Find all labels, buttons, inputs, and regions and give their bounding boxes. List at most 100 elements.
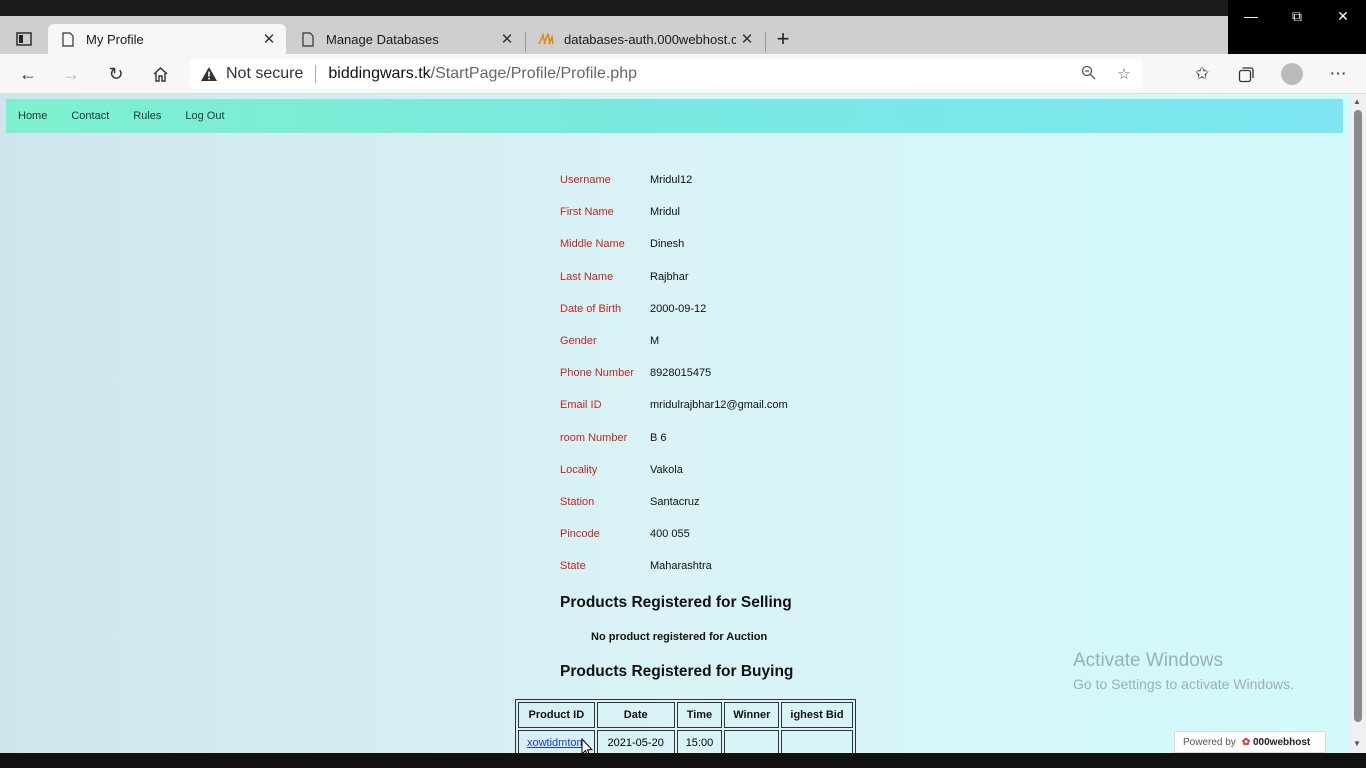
page-scrollbar[interactable]: ▲ ▼ (1350, 94, 1366, 753)
powered-by-prefix: Powered by (1183, 736, 1236, 748)
profile-row-dob: Date of Birth 2000-09-12 (560, 293, 788, 325)
profile-value: mridulrajbhar12@gmail.com (650, 399, 788, 412)
address-bar[interactable]: Not secure biddingwars.tk/StartPage/Prof… (190, 59, 1142, 89)
profile-row-pincode: Pincode 400 055 (560, 518, 788, 550)
url-divider (315, 65, 317, 83)
restore-icon[interactable]: ⧉ (1274, 0, 1320, 32)
profile-label: First Name (560, 206, 614, 219)
profile-value: Vakola (650, 463, 683, 476)
profile-value: Maharashtra (650, 560, 712, 573)
profile-value: Rajbhar (650, 270, 689, 283)
profile-row-station: Station Santacruz (560, 486, 788, 518)
profile-avatar[interactable] (1278, 60, 1306, 88)
profile-value: 2000-09-12 (650, 302, 707, 315)
collections-icon[interactable] (1232, 60, 1260, 88)
profile-value: 400 055 (650, 528, 690, 541)
window-controls: — ⧉ ✕ (1228, 0, 1366, 32)
mouse-cursor-icon (581, 738, 593, 753)
back-icon[interactable]: ← (14, 60, 42, 88)
url-host: biddingwars.tk (328, 65, 431, 82)
nav-rules-link[interactable]: Rules (133, 110, 161, 122)
table-header-row: Product ID Date Time Winner ighest Bid (518, 702, 853, 728)
address-toolbar: ← → ↻ Not secure biddingwars.tk/StartPag… (0, 54, 1366, 94)
profile-row-first-name: First Name Mridul (560, 196, 788, 228)
profile-row-state: State Maharashtra (560, 550, 788, 582)
nav-contact-link[interactable]: Contact (71, 110, 109, 122)
minimize-icon[interactable]: — (1228, 0, 1274, 32)
profile-label: Locality (560, 463, 598, 476)
page-icon (300, 31, 316, 47)
buying-heading: Products Registered for Buying (560, 663, 794, 680)
tab-databases-auth[interactable]: databases-auth.000webhost.com ✕ (526, 24, 764, 54)
date-cell: 2021-05-20 (596, 730, 675, 753)
security-label[interactable]: Not secure (226, 65, 303, 83)
scroll-down-icon[interactable]: ▼ (1353, 739, 1361, 748)
address-bar-actions: ☆ (1070, 59, 1142, 89)
profile-row-phone: Phone Number 8928015475 (560, 357, 788, 389)
profile-details: Username Mridul12 First Name Mridul Middle… (560, 164, 788, 582)
tab-divider (765, 32, 766, 52)
page-icon (60, 31, 76, 47)
forward-icon[interactable]: → (57, 60, 85, 88)
close-tab-icon[interactable]: ✕ (736, 30, 758, 48)
scrollbar-thumb[interactable] (1354, 110, 1362, 722)
favorites-icon[interactable]: ✩ (1188, 60, 1216, 88)
new-tab-icon[interactable]: + (770, 26, 796, 52)
profile-label: Email ID (560, 399, 602, 412)
powered-by-brand: ✿ 000webhost (1242, 737, 1310, 748)
profile-row-username: Username Mridul12 (560, 164, 788, 196)
bottom-edge (0, 753, 1366, 768)
tab-title: My Profile (86, 31, 144, 47)
tab-title: databases-auth.000webhost.com (564, 31, 736, 47)
profile-label: Phone Number (560, 367, 634, 380)
no-product-message: No product registered for Auction (591, 631, 768, 643)
nav-home-link[interactable]: Home (18, 110, 47, 122)
more-options-icon[interactable]: ⋯ (1324, 60, 1352, 88)
tab-manage-databases[interactable]: Manage Databases ✕ (288, 24, 524, 54)
profile-row-locality: Locality Vakola (560, 454, 788, 486)
column-header: Product ID (518, 702, 595, 728)
watermark-subtitle: Go to Settings to activate Windows. (1073, 676, 1294, 692)
os-title-strip (0, 0, 1366, 16)
warning-icon[interactable] (200, 66, 218, 82)
zoom-icon[interactable] (1070, 65, 1106, 84)
profile-row-room: room Number B 6 (560, 422, 788, 454)
profile-row-gender: Gender M (560, 325, 788, 357)
refresh-icon[interactable]: ↻ (102, 60, 130, 88)
tab-actions-icon[interactable] (10, 28, 38, 50)
profile-row-middle-name: Middle Name Dinesh (560, 228, 788, 260)
watermark-title: Activate Windows (1073, 650, 1223, 671)
close-window-icon[interactable]: ✕ (1320, 0, 1366, 32)
profile-row-email: Email ID mridulrajbhar12@gmail.com (560, 389, 788, 421)
profile-value: Mridul12 (650, 174, 693, 187)
highest-bid-cell (781, 730, 853, 753)
column-header: Time (676, 702, 723, 728)
profile-row-last-name: Last Name Rajbhar (560, 261, 788, 293)
nav-logout-link[interactable]: Log Out (185, 110, 224, 122)
time-cell: 15:00 (676, 730, 723, 753)
url-path: /StartPage/Profile/Profile.php (430, 65, 637, 82)
tab-title: Manage Databases (326, 31, 439, 47)
profile-label: Station (560, 495, 595, 508)
close-tab-icon[interactable]: ✕ (496, 30, 518, 48)
activate-windows-watermark: Activate Windows Go to Settings to activ… (1073, 650, 1294, 692)
profile-label: Last Name (560, 270, 614, 283)
profile-label: Date of Birth (560, 302, 622, 315)
buying-table: Product ID Date Time Winner ighest Bid x… (515, 699, 856, 753)
profile-value: Mridul (650, 206, 680, 219)
scroll-up-icon[interactable]: ▲ (1353, 97, 1361, 106)
product-id-link[interactable]: xowtidmtom (527, 737, 586, 749)
powered-by-badge[interactable]: Powered by ✿ 000webhost (1174, 731, 1326, 753)
home-icon[interactable] (146, 60, 174, 88)
profile-label: Username (560, 174, 611, 187)
close-tab-icon[interactable]: ✕ (258, 30, 280, 48)
profile-label: room Number (560, 431, 628, 444)
profile-value: B 6 (650, 431, 667, 444)
winner-cell (724, 730, 780, 753)
table-row: xowtidmtom 2021-05-20 15:00 (518, 730, 853, 753)
add-favorite-icon[interactable]: ☆ (1106, 65, 1142, 83)
column-header: Winner (724, 702, 780, 728)
phpmyadmin-icon (538, 31, 554, 47)
tab-my-profile[interactable]: My Profile ✕ (48, 24, 286, 54)
profile-label: Pincode (560, 528, 600, 541)
